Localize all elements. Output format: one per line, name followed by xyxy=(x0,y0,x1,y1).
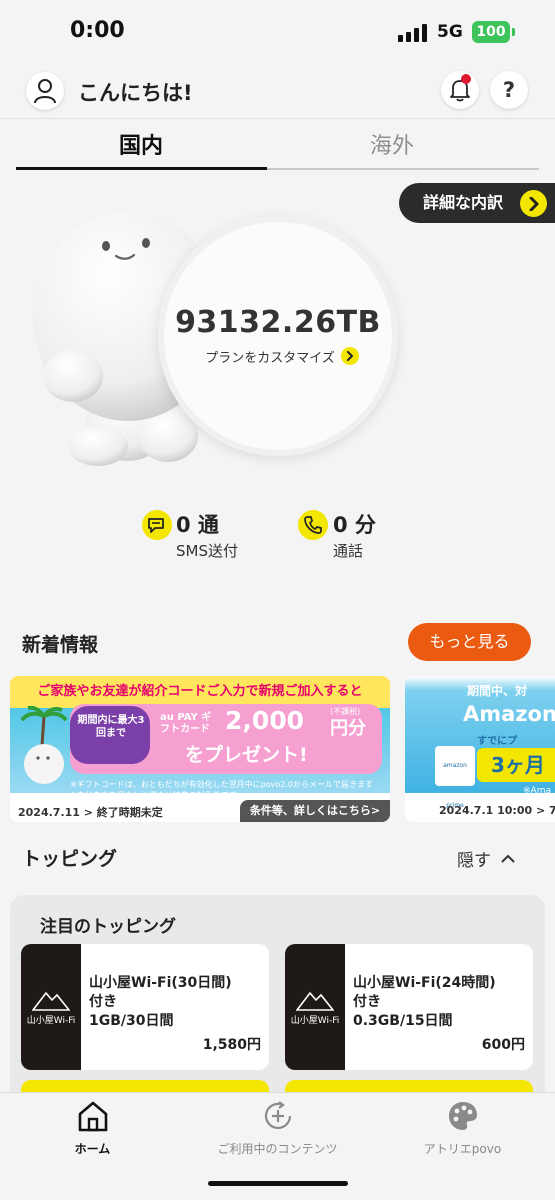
tab-indicator-idle xyxy=(267,168,539,170)
banner-note-2: ※自分自身を紹介した場合は特典の対象外です xyxy=(70,791,237,800)
mascot-palm-illustration xyxy=(20,706,68,784)
header-divider xyxy=(0,118,555,119)
news-section-title: 新着情報 xyxy=(22,634,99,656)
app-header: こんにちは! ? xyxy=(0,66,555,118)
topping-item-card[interactable]: 山小屋Wi-Fi 山小屋Wi-Fi(24時間) 付き 0.3GB/15日間 60… xyxy=(285,944,533,1070)
nav-contents-label: ご利用中のコンテンツ xyxy=(217,1142,338,1156)
tab-overseas[interactable]: 海外 xyxy=(267,128,517,168)
see-more-button[interactable]: もっと見る xyxy=(408,623,531,661)
nav-home[interactable]: ホーム xyxy=(0,1098,185,1158)
thumbnail-brand: 山小屋Wi-Fi xyxy=(26,1015,76,1026)
notification-badge xyxy=(461,74,471,84)
topping-name-line: 山小屋Wi-Fi(30日間) xyxy=(89,975,232,991)
banner-date: 2024.7.11 > 終了時期未定 xyxy=(18,806,163,819)
banner-note-1: ※ギフトコードは、おともだちが有効化した翌月中にpovo2.0からメールで届きま… xyxy=(70,780,374,789)
detail-breakdown-label: 詳細な内訳 xyxy=(423,193,504,212)
profile-button[interactable] xyxy=(26,72,64,110)
banner-brand-text: Amazon xyxy=(463,702,555,726)
topping-name-line: 0.3GB/15日間 xyxy=(353,1013,453,1029)
tab-domestic[interactable]: 国内 xyxy=(16,128,266,168)
featured-topping-title: 注目のトッピング xyxy=(40,917,176,937)
topping-item-card[interactable]: 山小屋Wi-Fi 山小屋Wi-Fi(30日間) 付き 1GB/30日間 1,58… xyxy=(21,944,269,1070)
palette-icon xyxy=(445,1098,481,1134)
tab-indicator-active xyxy=(16,167,267,170)
thumbnail-brand: 山小屋Wi-Fi xyxy=(290,1015,340,1026)
banner-date: 2024.7.1 10:00 > 7 xyxy=(439,804,555,817)
chevron-right-icon xyxy=(340,347,359,365)
nav-contents[interactable]: ご利用中のコンテンツ xyxy=(185,1098,370,1158)
topping-name-line: 山小屋Wi-Fi(24時間) xyxy=(353,975,496,991)
chevron-right-icon xyxy=(520,190,547,217)
chevron-up-icon xyxy=(501,854,515,863)
referral-campaign-banner[interactable]: ご家族やお友達が紹介コードご入力で新規ご加入すると 期間内に最大3回まで au … xyxy=(10,676,390,822)
notifications-button[interactable] xyxy=(441,71,479,109)
customize-plan-link[interactable]: プランをカスタマイズ xyxy=(187,345,377,367)
nav-atelier[interactable]: アトリエpovo xyxy=(370,1098,555,1158)
home-icon xyxy=(75,1098,111,1134)
refresh-add-icon xyxy=(260,1098,296,1134)
banner-note: ※Ama xyxy=(523,786,551,796)
banner-amount: 2,000 xyxy=(225,706,305,735)
banner-yen: 円分 xyxy=(330,718,366,739)
user-icon xyxy=(34,79,56,104)
banner-headline: ご家族やお友達が紹介コードご入力で新規ご加入すると xyxy=(37,684,363,699)
data-remaining-amount: 93132.26TB xyxy=(175,305,381,340)
banner-period-text: 期間中、対 xyxy=(467,684,528,698)
topping-item-price: 1,580円 xyxy=(202,1037,261,1053)
customize-plan-label: プランをカスタマイズ xyxy=(205,350,335,366)
topping-thumbnail: 山小屋Wi-Fi xyxy=(21,944,81,1070)
topping-item-price: 600円 xyxy=(481,1037,525,1053)
help-button[interactable]: ? xyxy=(490,71,528,109)
banner-months-text: 3ヶ月 xyxy=(477,748,555,782)
status-time: 0:00 xyxy=(70,18,125,43)
topping-thumbnail: 山小屋Wi-Fi xyxy=(285,944,345,1070)
network-type: 5G xyxy=(437,22,463,42)
topping-item-name: 山小屋Wi-Fi(24時間) 付き 0.3GB/15日間 xyxy=(353,974,533,1031)
greeting-text: こんにちは! xyxy=(78,81,193,105)
signal-icon xyxy=(398,24,427,42)
sms-count: 0 通 xyxy=(176,513,219,537)
home-indicator xyxy=(208,1181,348,1186)
mountain-logo-icon xyxy=(296,991,334,1011)
amazon-campaign-banner[interactable]: 期間中、対 Amazon すでにプ amazon prime 3ヶ月 ※Ama … xyxy=(405,676,555,822)
hide-toggle-label: 隠す xyxy=(457,851,491,871)
topping-name-line: 1GB/30日間 xyxy=(89,1013,174,1029)
status-bar: 0:00 5G 100 xyxy=(0,0,555,66)
banner-present-text: をプレゼント! xyxy=(185,744,308,766)
battery-indicator: 100 xyxy=(472,21,510,43)
topping-name-line: 付き xyxy=(89,994,117,1010)
battery-tip xyxy=(512,28,515,36)
hide-toggle-button[interactable]: 隠す xyxy=(457,846,515,871)
sms-label: SMS送付 xyxy=(176,542,238,560)
banner-subtext: すでにプ xyxy=(477,736,518,747)
banner-terms-link[interactable]: 条件等、詳しくはこちら> xyxy=(240,800,390,822)
call-label: 通話 xyxy=(333,542,364,560)
nav-home-label: ホーム xyxy=(74,1142,111,1156)
topping-name-line: 付き xyxy=(353,994,381,1010)
nav-atelier-label: アトリエpovo xyxy=(423,1142,502,1156)
banner-limit-text: 期間内に最大3回まで xyxy=(77,715,145,739)
mountain-logo-icon xyxy=(32,991,70,1011)
banner-brand-text: au PAY ギフトカード xyxy=(160,712,212,735)
amazon-prime-logo: amazon prime xyxy=(435,746,475,809)
call-minutes: 0 分 xyxy=(333,513,376,537)
sms-icon xyxy=(142,510,172,540)
topping-section-title: トッピング xyxy=(22,848,118,870)
topping-item-name: 山小屋Wi-Fi(30日間) 付き 1GB/30日間 xyxy=(89,974,269,1031)
phone-icon xyxy=(298,510,328,540)
